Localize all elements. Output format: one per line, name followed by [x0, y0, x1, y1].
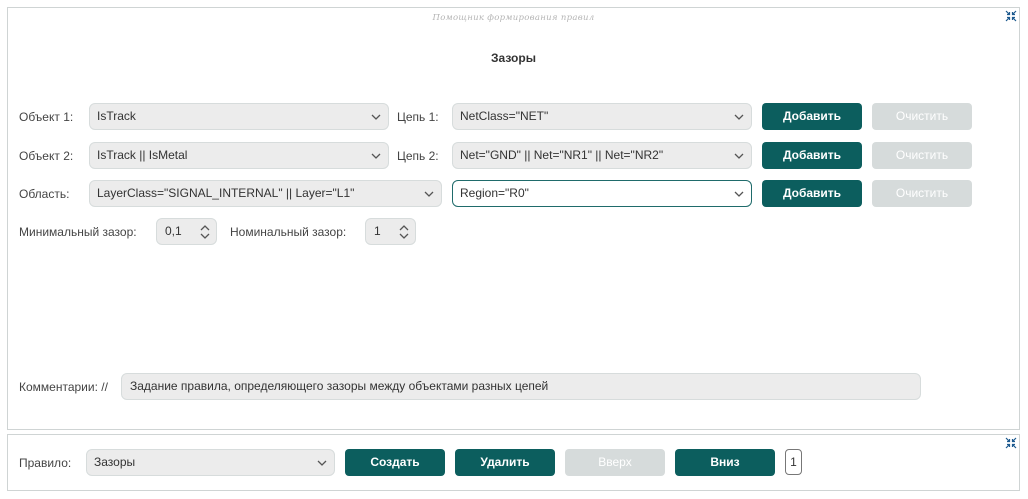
nominal-clearance-value: 1 — [374, 224, 381, 238]
region-value: Region="R0" — [460, 186, 529, 200]
delete-button[interactable]: Удалить — [455, 449, 555, 476]
object2-select[interactable]: IsTrack || IsMetal — [89, 142, 389, 169]
chevron-down-icon — [734, 153, 744, 159]
region-select[interactable]: Region="R0" — [452, 180, 752, 207]
object2-value: IsTrack || IsMetal — [97, 148, 188, 162]
panel-caption: Помощник формирования правил — [432, 13, 595, 23]
add-button-row2[interactable]: Добавить — [762, 142, 862, 169]
chevron-down-icon — [734, 114, 744, 120]
rule-value: Зазоры — [94, 455, 136, 469]
stepper-arrows-icon[interactable] — [399, 225, 409, 239]
comment-input[interactable]: Задание правила, определяющего зазоры ме… — [121, 373, 921, 400]
chevron-down-icon — [317, 460, 327, 466]
object2-label: Объект 2: — [19, 149, 74, 163]
object1-select[interactable]: IsTrack — [89, 103, 389, 130]
rule-bar-panel: Правило: Зазоры Создать Удалить Вверх Вн… — [7, 434, 1020, 491]
add-button-row1[interactable]: Добавить — [762, 103, 862, 130]
net2-select[interactable]: Net="GND" || Net="NR1" || Net="NR2" — [452, 142, 752, 169]
min-clearance-label: Минимальный зазор: — [19, 225, 137, 239]
rule-select[interactable]: Зазоры — [86, 449, 335, 476]
collapse-icon[interactable] — [1005, 10, 1017, 22]
nominal-clearance-label: Номинальный зазор: — [230, 225, 347, 239]
chevron-down-icon — [734, 191, 744, 197]
clear-button-row3[interactable]: Очистить — [872, 180, 972, 207]
section-title: Зазоры — [491, 51, 536, 65]
min-clearance-stepper[interactable]: 0,1 — [156, 218, 217, 245]
comment-value: Задание правила, определяющего зазоры ме… — [130, 379, 549, 393]
chevron-down-icon — [424, 191, 434, 197]
move-up-button[interactable]: Вверх — [565, 449, 665, 476]
net1-value: NetClass="NET" — [460, 109, 549, 123]
rule-assistant-panel: Помощник формирования правил Зазоры Объе… — [7, 7, 1020, 430]
stepper-arrows-icon[interactable] — [200, 225, 210, 239]
clear-button-row2[interactable]: Очистить — [872, 142, 972, 169]
comment-label: Комментарии: // — [19, 380, 108, 394]
create-button[interactable]: Создать — [345, 449, 445, 476]
nominal-clearance-stepper[interactable]: 1 — [365, 218, 416, 245]
add-button-row3[interactable]: Добавить — [762, 180, 862, 207]
rule-count-badge: 1 — [785, 449, 802, 475]
area-label: Область: — [19, 187, 70, 201]
area-select[interactable]: LayerClass="SIGNAL_INTERNAL" || Layer="L… — [89, 180, 442, 207]
chevron-down-icon — [371, 153, 381, 159]
object1-label: Объект 1: — [19, 110, 74, 124]
min-clearance-value: 0,1 — [165, 224, 182, 238]
collapse-icon[interactable] — [1005, 437, 1017, 449]
object1-value: IsTrack — [97, 109, 136, 123]
net2-label: Цепь 2: — [397, 149, 439, 163]
move-down-button[interactable]: Вниз — [675, 449, 775, 476]
net1-label: Цепь 1: — [397, 110, 439, 124]
net2-value: Net="GND" || Net="NR1" || Net="NR2" — [460, 148, 664, 162]
area-value: LayerClass="SIGNAL_INTERNAL" || Layer="L… — [97, 186, 355, 200]
clear-button-row1[interactable]: Очистить — [872, 103, 972, 130]
chevron-down-icon — [371, 114, 381, 120]
net1-select[interactable]: NetClass="NET" — [452, 103, 752, 130]
rule-label: Правило: — [19, 456, 72, 470]
